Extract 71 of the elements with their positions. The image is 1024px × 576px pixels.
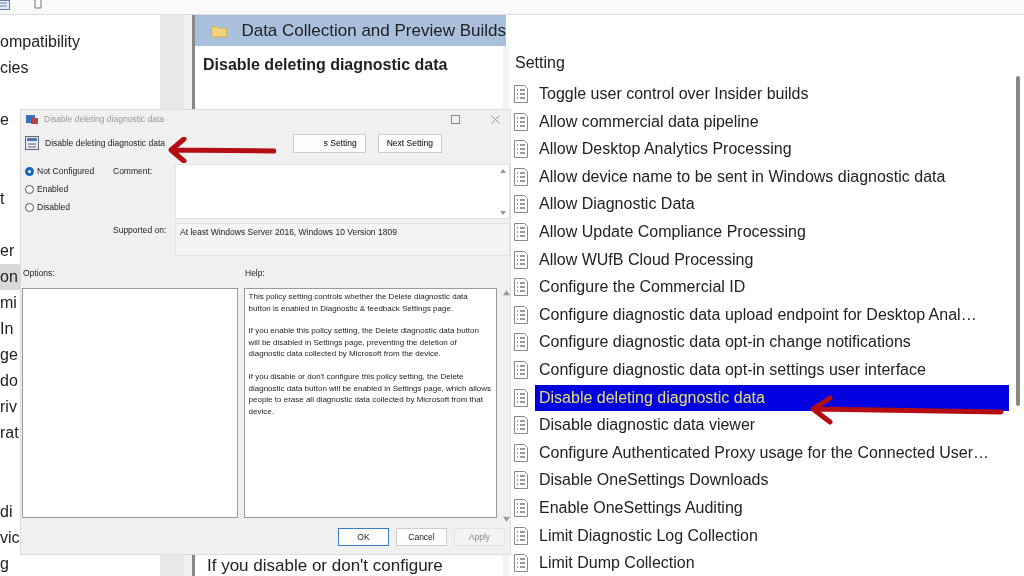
setting-item[interactable]: Disable diagnostic data viewer	[535, 412, 1009, 439]
policy-icon	[513, 499, 529, 517]
policy-icon	[513, 195, 529, 214]
setting-item[interactable]: Configure diagnostic data upload endpoint for Desktop Anal…	[535, 301, 1009, 328]
radio-button[interactable]	[25, 184, 34, 194]
options-label: Options:	[23, 268, 56, 280]
column-header[interactable]: Setting	[513, 54, 1024, 81]
tree-item[interactable]: ompatibility	[0, 29, 160, 55]
folder-title: Data Collection and Preview Builds	[241, 20, 506, 41]
nav-setting-button[interactable]: s Setting	[292, 133, 366, 153]
scrollbar-thumb[interactable]	[1016, 76, 1020, 407]
supported-label: Supported on:	[113, 224, 165, 237]
radio-button[interactable]	[25, 166, 34, 176]
setting-item[interactable]: Limit Diagnostic Log Collection	[535, 522, 1009, 549]
setting-item[interactable]: Configure the Commercial ID	[535, 274, 1009, 301]
setting-item[interactable]: Configure diagnostic data opt-in change notifications	[535, 329, 1009, 356]
policy-icon	[513, 305, 529, 324]
comment-field[interactable]	[175, 164, 510, 219]
setting-item[interactable]: Allow Diagnostic Data	[535, 191, 1009, 218]
policy-icon	[513, 333, 529, 352]
scroll-arrows-icon[interactable]	[500, 169, 506, 215]
policy-description: If you disable or don't configure	[207, 556, 443, 576]
setting-item[interactable]: Disable deleting diagnostic data	[535, 384, 1009, 411]
tree-item[interactable]: cies	[0, 55, 160, 82]
tree-item[interactable]: g	[0, 551, 160, 576]
nav-setting-button[interactable]: Next Setting	[377, 133, 442, 153]
setting-item[interactable]: Enable OneSettings Auditing	[535, 495, 1009, 521]
help-text: If you disable or don't configure this policy setting, the Delete diagnostic data button will be enabled in Settings page, which allows people to erase all diagnostic data collected by Microsoft from that device.	[248, 370, 492, 418]
setting-item[interactable]: Allow Update Compliance Processing	[535, 219, 1009, 246]
help-text: This policy setting controls whether the Delete diagnostic data button is enabled in Diagnostic & feedback Settings page.	[248, 291, 469, 315]
setting-item[interactable]: Toggle user control over Insider builds	[535, 81, 1009, 108]
policy-icon	[513, 278, 529, 297]
policy-icon	[513, 471, 529, 490]
radio-option[interactable]: Disabled	[25, 202, 113, 212]
policy-icon	[513, 416, 529, 435]
setting-item[interactable]: Limit Dump Collection	[535, 550, 1009, 576]
setting-item[interactable]: Allow commercial data pipeline	[535, 108, 1009, 135]
policy-icon	[513, 361, 529, 380]
dialog-title: Disable deleting diagnostic data	[44, 114, 165, 124]
radio-button[interactable]	[25, 202, 34, 212]
policy-icon	[513, 112, 529, 131]
policy-icon	[513, 167, 529, 186]
list-view-icon[interactable]	[0, 0, 10, 10]
policy-icon	[513, 250, 529, 269]
help-text: If you enable this policy setting, the Delete diagnostic data button will be disabled in Settings page, preventing the deletion of diagnostic data collected by Microsoft from the device.	[248, 325, 480, 360]
policy-icon	[513, 554, 529, 573]
setting-item[interactable]: Allow Desktop Analytics Processing	[535, 136, 1009, 163]
policy-icon	[513, 388, 529, 407]
supported-field: At least Windows Server 2016, Windows 10 Version 1809	[175, 223, 510, 256]
radio-option[interactable]: Not Configured	[25, 166, 113, 176]
dialog-button[interactable]: Cancel	[396, 528, 447, 546]
close-icon[interactable]	[491, 114, 500, 124]
policy-icon	[513, 140, 529, 159]
policy-setting-icon	[25, 136, 39, 150]
setting-item[interactable]: Configure Authenticated Proxy usage for the Connected User…	[535, 439, 1009, 466]
setting-item[interactable]: Allow device name to be sent in Windows diagnostic data	[535, 163, 1009, 190]
policy-icon	[513, 223, 529, 242]
policy-icon	[513, 85, 529, 104]
setting-item[interactable]: Allow WUfB Cloud Processing	[535, 246, 1009, 273]
setting-item[interactable]: Configure diagnostic data opt-in settings user interface	[535, 357, 1009, 384]
policy-icon	[513, 526, 529, 545]
comment-label: Comment:	[113, 165, 154, 178]
policy-icon	[513, 443, 529, 462]
help-label: Help:	[245, 268, 265, 280]
policy-name: Disable deleting diagnostic data	[45, 138, 166, 148]
setting-item[interactable]: Disable OneSettings Downloads	[535, 467, 1009, 494]
policy-app-icon	[25, 113, 39, 125]
maximize-icon[interactable]	[451, 114, 460, 124]
dialog-button[interactable]: OK	[338, 528, 389, 546]
policy-title: Disable deleting diagnostic data	[203, 56, 449, 75]
radio-option[interactable]: Enabled	[25, 184, 113, 194]
